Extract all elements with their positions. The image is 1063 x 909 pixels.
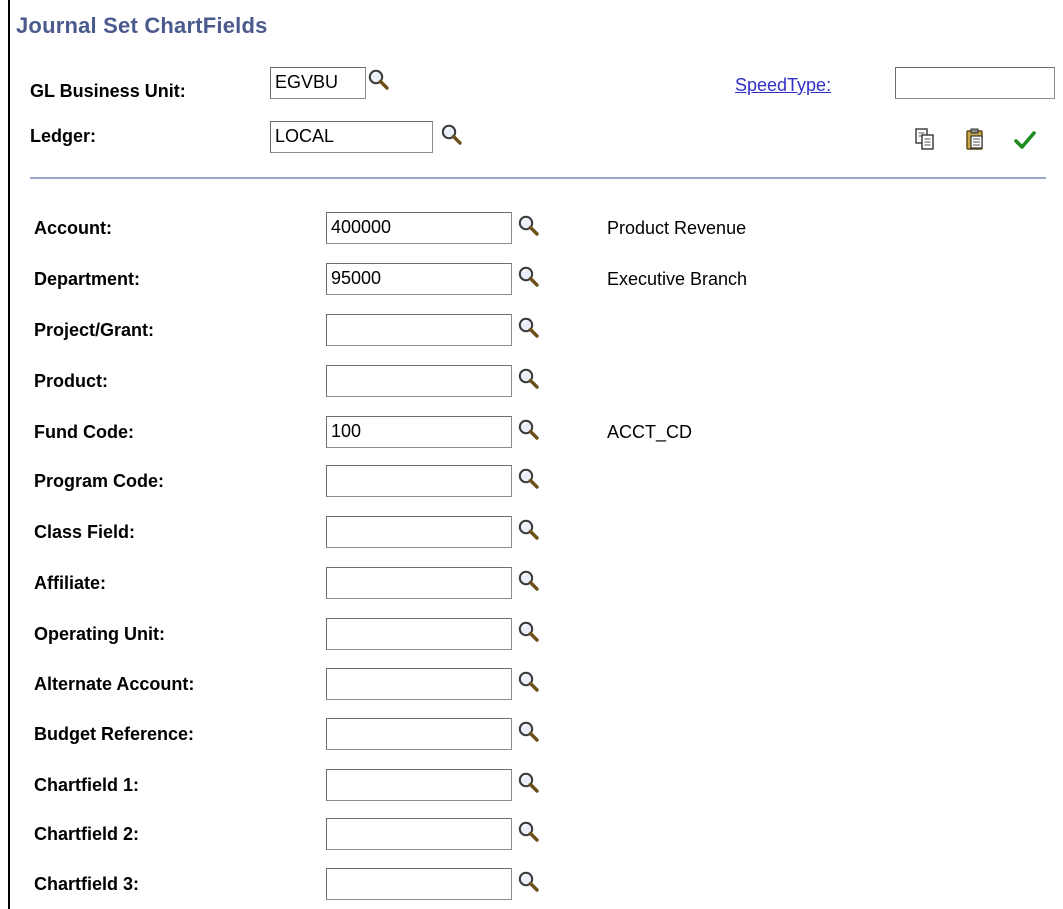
speedtype-link[interactable]: SpeedType: bbox=[735, 75, 831, 96]
copy-icon[interactable] bbox=[913, 127, 937, 151]
affiliate-label: Affiliate: bbox=[34, 573, 106, 593]
affiliate-field[interactable] bbox=[326, 567, 512, 599]
business-unit-lookup-icon[interactable] bbox=[367, 68, 391, 92]
program-code-field[interactable] bbox=[326, 465, 512, 497]
chartfield-2-field[interactable] bbox=[326, 818, 512, 850]
chartfield-3-field[interactable] bbox=[326, 868, 512, 900]
chartfield-1-label: Chartfield 1: bbox=[34, 775, 140, 795]
chartfield-1-lookup-icon[interactable] bbox=[517, 771, 541, 795]
budget-reference-field[interactable] bbox=[326, 718, 512, 750]
program-code-label: Program Code: bbox=[34, 471, 165, 491]
department-field[interactable]: 95000 bbox=[326, 263, 512, 295]
account-lookup-icon[interactable] bbox=[517, 214, 541, 238]
class-field-field[interactable] bbox=[326, 516, 512, 548]
alternate-account-lookup-icon[interactable] bbox=[517, 670, 541, 694]
operating-unit-label: Operating Unit: bbox=[34, 624, 165, 644]
business-unit-field[interactable]: EGVBU bbox=[270, 67, 366, 99]
operating-unit-lookup-icon[interactable] bbox=[517, 620, 541, 644]
ledger-field[interactable]: LOCAL bbox=[270, 121, 433, 153]
project-grant-label: Project/Grant: bbox=[34, 320, 155, 340]
check-icon[interactable] bbox=[1013, 128, 1037, 152]
class-field-label: Class Field: bbox=[34, 522, 136, 542]
fund-code-lookup-icon[interactable] bbox=[517, 418, 541, 442]
operating-unit-field[interactable] bbox=[326, 618, 512, 650]
fund-code-description: ACCT_CD bbox=[607, 422, 693, 442]
paste-icon[interactable] bbox=[963, 127, 987, 151]
product-label: Product: bbox=[34, 371, 108, 391]
project-grant-lookup-icon[interactable] bbox=[517, 316, 541, 340]
affiliate-lookup-icon[interactable] bbox=[517, 569, 541, 593]
chartfield-2-label: Chartfield 2: bbox=[34, 824, 140, 844]
account-field[interactable]: 400000 bbox=[326, 212, 512, 244]
fund-code-label: Fund Code: bbox=[34, 422, 134, 442]
department-lookup-icon[interactable] bbox=[517, 265, 541, 289]
business-unit-label: GL Business Unit: bbox=[30, 81, 186, 101]
chartfield-1-field[interactable] bbox=[326, 769, 512, 801]
page-left-border bbox=[8, 0, 10, 909]
header-divider bbox=[30, 177, 1046, 179]
ledger-label: Ledger: bbox=[30, 126, 97, 146]
product-lookup-icon[interactable] bbox=[517, 367, 541, 391]
department-description: Executive Branch bbox=[607, 269, 748, 289]
ledger-lookup-icon[interactable] bbox=[440, 123, 464, 147]
chartfield-2-lookup-icon[interactable] bbox=[517, 820, 541, 844]
program-code-lookup-icon[interactable] bbox=[517, 467, 541, 491]
project-grant-field[interactable] bbox=[326, 314, 512, 346]
class-field-lookup-icon[interactable] bbox=[517, 518, 541, 542]
page-title: Journal Set ChartFields bbox=[16, 13, 268, 38]
fund-code-field[interactable]: 100 bbox=[326, 416, 512, 448]
account-description: Product Revenue bbox=[607, 218, 747, 238]
chartfield-3-lookup-icon[interactable] bbox=[517, 870, 541, 894]
budget-reference-label: Budget Reference: bbox=[34, 724, 195, 744]
alternate-account-field[interactable] bbox=[326, 668, 512, 700]
budget-reference-lookup-icon[interactable] bbox=[517, 720, 541, 744]
chartfield-3-label: Chartfield 3: bbox=[34, 874, 140, 894]
department-label: Department: bbox=[34, 269, 141, 289]
account-label: Account: bbox=[34, 218, 112, 238]
product-field[interactable] bbox=[326, 365, 512, 397]
speedtype-field[interactable] bbox=[895, 67, 1055, 99]
alternate-account-label: Alternate Account: bbox=[34, 674, 195, 694]
